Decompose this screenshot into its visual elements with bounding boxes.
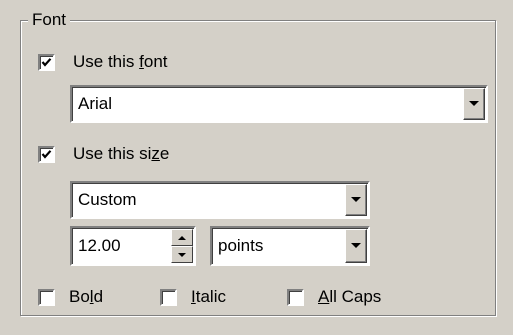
chevron-down-icon <box>351 243 361 248</box>
font-name-combo[interactable]: Arial <box>70 85 488 123</box>
chevron-down-icon <box>351 197 361 202</box>
spin-down-button[interactable] <box>171 246 193 263</box>
all-caps-checkbox[interactable] <box>287 289 304 306</box>
font-size-dropdown-button[interactable] <box>345 184 367 216</box>
font-name-value: Arial <box>78 94 113 113</box>
size-unit-combo[interactable]: points <box>210 226 370 266</box>
use-font-label[interactable]: Use this font <box>73 51 168 73</box>
italic-label[interactable]: Italic <box>191 286 226 308</box>
bold-label[interactable]: Bold <box>69 286 103 308</box>
use-size-label[interactable]: Use this size <box>73 143 169 165</box>
size-number-value: 12.00 <box>78 236 121 255</box>
checkmark-icon <box>41 58 52 67</box>
checkmark-icon <box>41 150 52 159</box>
use-font-checkbox[interactable] <box>38 54 55 71</box>
all-caps-label[interactable]: All Caps <box>318 286 381 308</box>
size-unit-value: points <box>218 236 264 255</box>
font-group-title: Font <box>28 8 71 32</box>
font-name-dropdown-button[interactable] <box>463 88 485 120</box>
italic-checkbox[interactable] <box>160 289 177 306</box>
font-size-value: Custom <box>78 190 137 209</box>
use-size-checkbox[interactable] <box>38 146 55 163</box>
arrow-up-icon <box>178 235 186 240</box>
chevron-down-icon <box>469 101 479 106</box>
arrow-down-icon <box>178 252 186 257</box>
size-number-spinner[interactable]: 12.00 <box>70 226 196 266</box>
font-size-combo[interactable]: Custom <box>70 181 370 219</box>
bold-checkbox[interactable] <box>38 289 55 306</box>
size-unit-dropdown-button[interactable] <box>345 229 367 263</box>
spin-up-button[interactable] <box>171 229 193 246</box>
